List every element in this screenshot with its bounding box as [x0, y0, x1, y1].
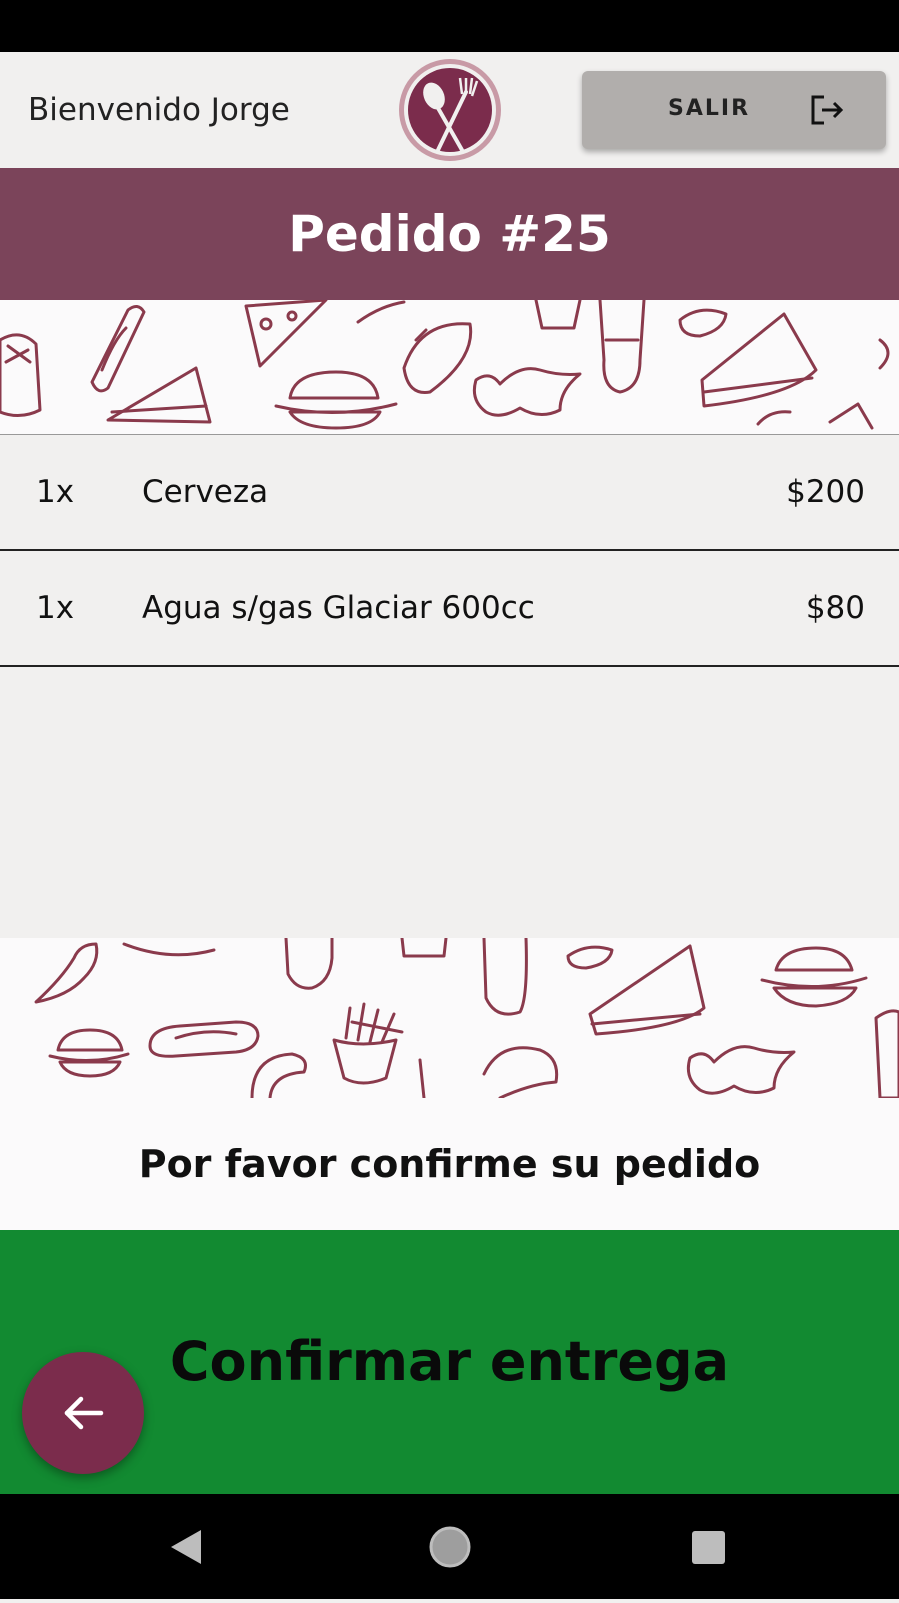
nav-recent-button[interactable]: [663, 1494, 753, 1599]
arrow-left-icon: [64, 1396, 104, 1430]
nav-back-icon: [171, 1530, 201, 1564]
confirm-delivery-button[interactable]: Confirmar entrega: [0, 1230, 899, 1494]
order-title: Pedido #25: [288, 205, 611, 263]
item-name: Cerveza: [142, 474, 269, 510]
item-name: Agua s/gas Glaciar 600cc: [142, 590, 535, 626]
welcome-text: Bienvenido Jorge: [28, 92, 290, 128]
nav-home-icon: [429, 1526, 471, 1568]
item-quantity: 1x: [36, 590, 75, 626]
item-quantity: 1x: [36, 474, 75, 510]
food-doodle-pattern-bottom: [0, 938, 899, 1098]
confirm-message-box: Por favor confirme su pedido: [0, 1098, 899, 1230]
food-doodle-pattern-top: [0, 300, 899, 435]
order-item-row: 1x Cerveza $200: [0, 435, 899, 551]
nav-home-button[interactable]: [405, 1494, 495, 1599]
logout-button[interactable]: SALIR: [582, 71, 886, 149]
nav-back-button[interactable]: [143, 1494, 233, 1599]
item-price: $80: [805, 590, 865, 626]
spoon-fork-logo-icon: [399, 59, 501, 161]
nav-recent-icon: [692, 1531, 725, 1564]
confirm-message: Por favor confirme su pedido: [138, 1142, 761, 1186]
item-price: $200: [786, 474, 865, 510]
status-bar: [0, 0, 899, 52]
app-header: Bienvenido Jorge SALIR: [0, 52, 899, 168]
system-navigation-bar: [0, 1494, 899, 1599]
order-item-row: 1x Agua s/gas Glaciar 600cc $80: [0, 551, 899, 667]
order-title-bar: Pedido #25: [0, 168, 899, 300]
logout-label: SALIR: [668, 96, 751, 121]
order-items-list: 1x Cerveza $200 1x Agua s/gas Glaciar 60…: [0, 435, 899, 938]
logout-icon: [811, 95, 844, 125]
back-fab-button[interactable]: [22, 1352, 144, 1474]
confirm-delivery-label: Confirmar entrega: [169, 1330, 730, 1393]
